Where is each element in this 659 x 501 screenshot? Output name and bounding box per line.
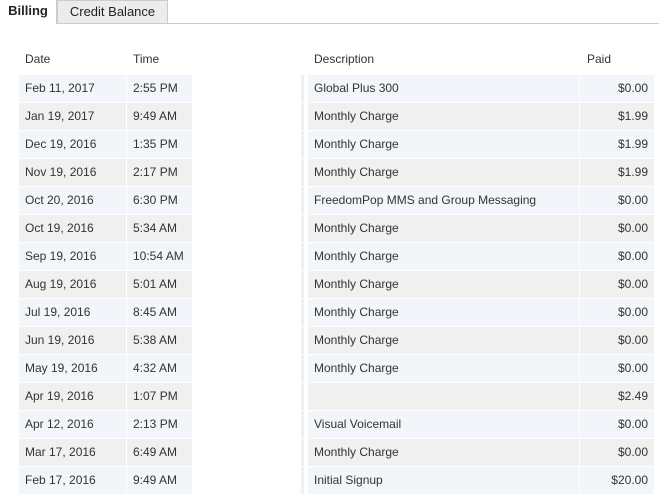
cell-paid: $1.99	[580, 103, 654, 130]
column-divider	[301, 383, 304, 410]
cell-time: 5:34 AM	[127, 215, 192, 242]
table-row: Apr 12, 2016 2:13 PM Visual Voicemail $0.00	[0, 411, 659, 438]
cell-paid: $1.99	[580, 131, 654, 158]
cell-paid: $0.00	[580, 271, 654, 298]
cell-description: Monthly Charge	[308, 271, 579, 298]
column-header-paid: Paid	[587, 52, 612, 66]
cell-date: Oct 20, 2016	[19, 187, 126, 214]
cell-date: Dec 19, 2016	[19, 131, 126, 158]
tab-bar: Billing Credit Balance	[0, 0, 659, 24]
table-row: Feb 11, 2017 2:55 PM Global Plus 300 $0.00	[0, 75, 659, 102]
cell-date: Mar 17, 2016	[19, 439, 126, 466]
tab-credit-balance[interactable]: Credit Balance	[57, 0, 168, 24]
cell-date: Aug 19, 2016	[19, 271, 126, 298]
cell-description: Initial Signup	[308, 467, 579, 494]
cell-paid: $0.00	[580, 243, 654, 270]
cell-paid: $20.00	[580, 467, 654, 494]
column-divider	[301, 299, 304, 326]
column-header-description: Description	[314, 52, 375, 66]
table-row: Jan 19, 2017 9:49 AM Monthly Charge $1.99	[0, 103, 659, 130]
cell-date: Apr 12, 2016	[19, 411, 126, 438]
table-row: Mar 17, 2016 6:49 AM Monthly Charge $0.00	[0, 439, 659, 466]
cell-date: Jul 19, 2016	[19, 299, 126, 326]
column-divider	[301, 131, 304, 158]
column-divider	[301, 411, 304, 438]
column-divider	[301, 467, 304, 494]
cell-date: Nov 19, 2016	[19, 159, 126, 186]
cell-description: Monthly Charge	[308, 159, 579, 186]
table-row: Apr 19, 2016 1:07 PM $2.49	[0, 383, 659, 410]
table-row: Jun 19, 2016 5:38 AM Monthly Charge $0.00	[0, 327, 659, 354]
cell-description: Visual Voicemail	[308, 411, 579, 438]
cell-description	[308, 383, 579, 410]
cell-date: Feb 17, 2016	[19, 467, 126, 494]
cell-paid: $0.00	[580, 215, 654, 242]
cell-time: 4:32 AM	[127, 355, 192, 382]
cell-description: Monthly Charge	[308, 439, 579, 466]
cell-time: 1:07 PM	[127, 383, 192, 410]
cell-time: 2:17 PM	[127, 159, 192, 186]
cell-time: 1:35 PM	[127, 131, 192, 158]
cell-description: Monthly Charge	[308, 215, 579, 242]
table-row: Sep 19, 2016 10:54 AM Monthly Charge $0.00	[0, 243, 659, 270]
cell-date: Oct 19, 2016	[19, 215, 126, 242]
cell-date: Apr 19, 2016	[19, 383, 126, 410]
column-header-date: Date	[25, 52, 51, 66]
cell-paid: $0.00	[580, 75, 654, 102]
tab-billing[interactable]: Billing	[0, 0, 57, 24]
cell-description: Monthly Charge	[308, 243, 579, 270]
cell-description: FreedomPop MMS and Group Messaging	[308, 187, 579, 214]
cell-time: 6:49 AM	[127, 439, 192, 466]
cell-description: Monthly Charge	[308, 299, 579, 326]
cell-date: Feb 11, 2017	[19, 75, 126, 102]
cell-time: 8:45 AM	[127, 299, 192, 326]
cell-time: 2:55 PM	[127, 75, 192, 102]
table-row: Oct 19, 2016 5:34 AM Monthly Charge $0.00	[0, 215, 659, 242]
cell-paid: $2.49	[580, 383, 654, 410]
cell-paid: $0.00	[580, 299, 654, 326]
cell-paid: $0.00	[580, 411, 654, 438]
column-divider	[301, 327, 304, 354]
table-row: Feb 17, 2016 9:49 AM Initial Signup $20.00	[0, 467, 659, 494]
cell-paid: $0.00	[580, 327, 654, 354]
cell-time: 6:30 PM	[127, 187, 192, 214]
table-row: Nov 19, 2016 2:17 PM Monthly Charge $1.99	[0, 159, 659, 186]
cell-paid: $0.00	[580, 355, 654, 382]
column-header-time: Time	[133, 52, 160, 66]
cell-description: Global Plus 300	[308, 75, 579, 102]
cell-description: Monthly Charge	[308, 327, 579, 354]
column-divider	[301, 75, 304, 102]
cell-time: 5:01 AM	[127, 271, 192, 298]
table-row: Oct 20, 2016 6:30 PM FreedomPop MMS and Gr…	[0, 187, 659, 214]
cell-paid: $0.00	[580, 439, 654, 466]
column-divider	[301, 215, 304, 242]
table-row: Dec 19, 2016 1:35 PM Monthly Charge $1.99	[0, 131, 659, 158]
cell-date: Jun 19, 2016	[19, 327, 126, 354]
cell-paid: $0.00	[580, 187, 654, 214]
cell-description: Monthly Charge	[308, 131, 579, 158]
column-divider	[301, 103, 304, 130]
table-row: Jul 19, 2016 8:45 AM Monthly Charge $0.00	[0, 299, 659, 326]
column-divider	[301, 271, 304, 298]
table-row: Aug 19, 2016 5:01 AM Monthly Charge $0.00	[0, 271, 659, 298]
cell-date: Jan 19, 2017	[19, 103, 126, 130]
column-divider	[301, 355, 304, 382]
cell-description: Monthly Charge	[308, 103, 579, 130]
cell-time: 2:13 PM	[127, 411, 192, 438]
cell-time: 5:38 AM	[127, 327, 192, 354]
cell-date: May 19, 2016	[19, 355, 126, 382]
cell-description: Monthly Charge	[308, 355, 579, 382]
table-row: May 19, 2016 4:32 AM Monthly Charge $0.00	[0, 355, 659, 382]
column-divider	[301, 159, 304, 186]
column-divider	[301, 187, 304, 214]
column-divider	[301, 243, 304, 270]
column-divider	[301, 439, 304, 466]
cell-time: 9:49 AM	[127, 103, 192, 130]
cell-date: Sep 19, 2016	[19, 243, 126, 270]
cell-time: 10:54 AM	[127, 243, 192, 270]
cell-time: 9:49 AM	[127, 467, 192, 494]
cell-paid: $1.99	[580, 159, 654, 186]
